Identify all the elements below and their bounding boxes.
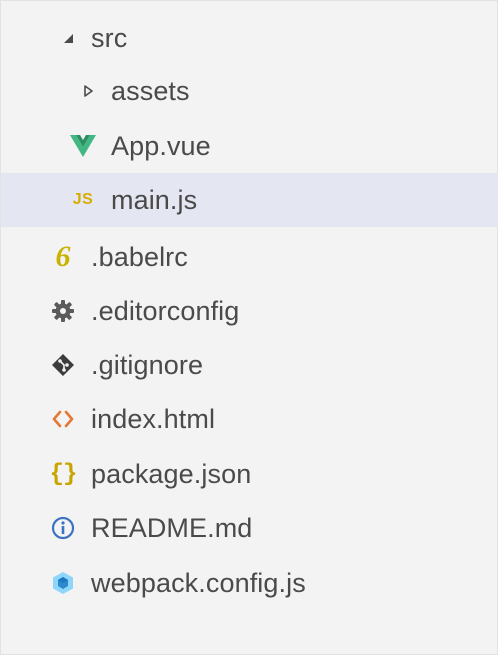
git-icon [49, 351, 77, 379]
tree-item-label: README.md [91, 513, 253, 543]
tree-item-label: main.js [111, 185, 198, 215]
expanded-chevron-icon[interactable] [59, 24, 77, 52]
tree-row-editorconfig[interactable]: .editorconfig [1, 284, 498, 338]
webpack-icon [49, 569, 77, 597]
tree-item-label: .editorconfig [91, 296, 240, 326]
tree-row-babelrc[interactable]: 6 .babelrc [1, 230, 498, 284]
tree-row-src[interactable]: src [1, 11, 498, 65]
tree-item-label: index.html [91, 404, 216, 434]
html-icon [49, 405, 77, 433]
tree-row-index-html[interactable]: index.html [1, 392, 498, 446]
babel-icon: 6 [55, 240, 71, 273]
tree-item-label: .babelrc [91, 242, 188, 272]
tree-item-label: webpack.config.js [91, 568, 306, 598]
tree-row-assets[interactable]: assets [1, 64, 498, 118]
gear-icon [49, 297, 77, 325]
tree-item-label: package.json [91, 459, 252, 489]
tree-row-gitignore[interactable]: .gitignore [1, 338, 498, 392]
tree-item-label: assets [111, 76, 190, 106]
js-icon: JS [72, 191, 94, 208]
vue-icon [69, 132, 97, 160]
tree-row-app-vue[interactable]: App.vue [1, 119, 498, 173]
tree-item-label: .gitignore [91, 350, 204, 380]
tree-row-package-json[interactable]: {} package.json [1, 447, 498, 501]
tree-row-main-js[interactable]: JS main.js [1, 173, 498, 227]
json-icon: {} [49, 460, 78, 488]
collapsed-chevron-icon[interactable] [79, 77, 97, 105]
tree-item-label: App.vue [111, 131, 211, 161]
info-icon [49, 514, 77, 542]
tree-row-webpack-config-js[interactable]: webpack.config.js [1, 556, 498, 610]
tree-item-label: src [91, 23, 128, 53]
file-explorer: src assets App.vue JS main.js 6 .babelrc [0, 0, 498, 655]
tree-row-readme-md[interactable]: README.md [1, 501, 498, 555]
